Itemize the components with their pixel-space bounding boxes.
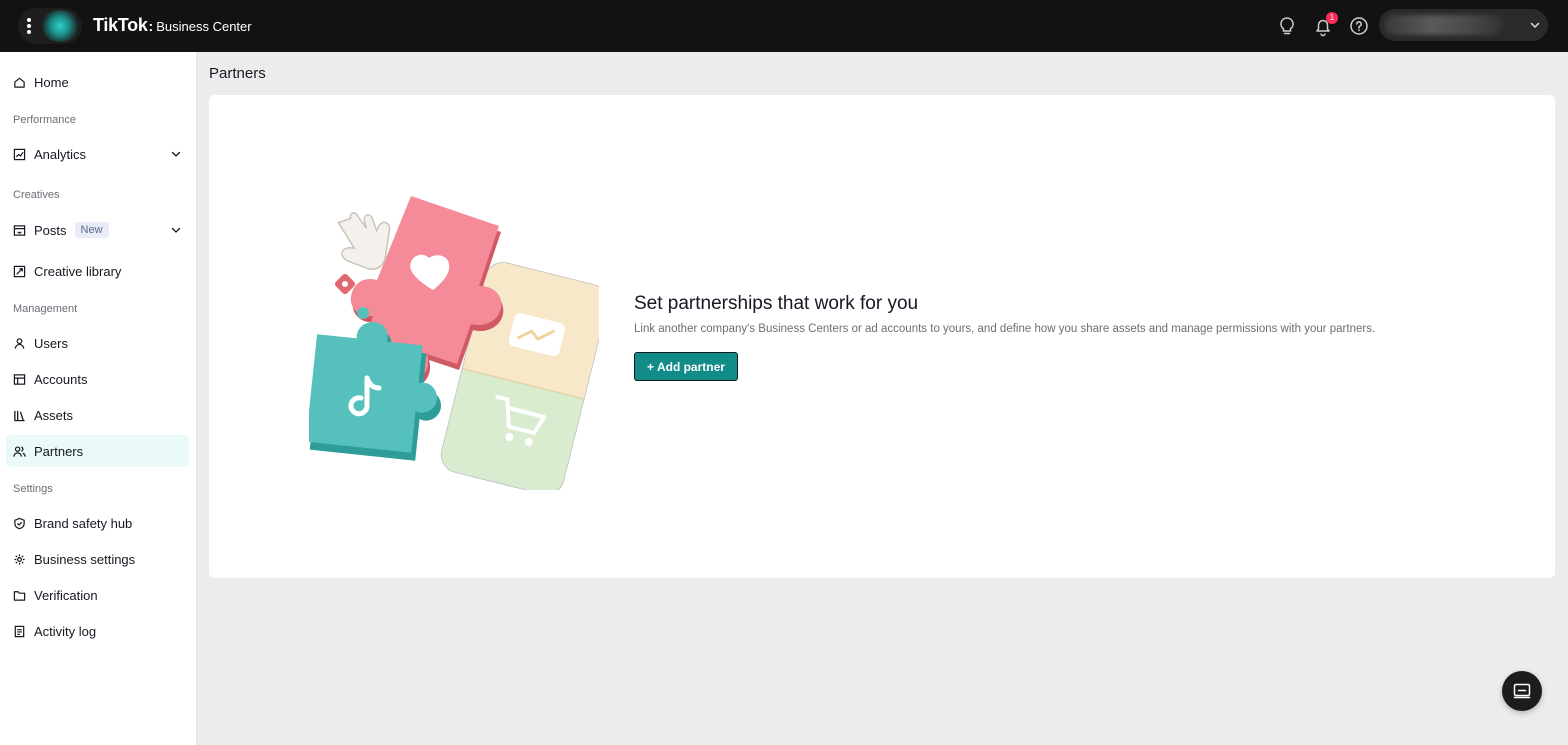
sidebar-item-label: Users <box>34 335 68 351</box>
sidebar-item-creative-library[interactable]: Creative library <box>6 255 189 287</box>
sidebar-item-label: Brand safety hub <box>34 515 133 531</box>
section-label-creatives: Creatives <box>13 189 60 201</box>
empty-state-title: Set partnerships that work for you <box>634 293 919 314</box>
brand-separator: : <box>148 18 154 34</box>
puzzle-illustration <box>309 196 599 490</box>
section-label-settings: Settings <box>13 483 53 495</box>
empty-state-card: Set partnerships that work for you Link … <box>209 95 1555 578</box>
sidebar-item-label: Creative library <box>34 263 122 279</box>
user-icon <box>14 337 25 349</box>
document-icon <box>14 625 25 637</box>
top-bar: TikTok : Business Center 1 <box>0 0 1568 52</box>
account-switcher[interactable] <box>1379 9 1548 41</box>
sidebar-item-label: Assets <box>34 407 74 423</box>
accounts-icon <box>13 373 26 385</box>
sidebar-item-brand-safety-hub[interactable]: Brand safety hub <box>6 507 189 539</box>
lightbulb-icon[interactable] <box>1276 15 1298 37</box>
sidebar-item-label: Home <box>34 74 69 90</box>
notification-badge: 1 <box>1326 12 1338 24</box>
sidebar-item-analytics[interactable]: Analytics <box>6 138 189 170</box>
shield-icon <box>14 517 25 529</box>
assets-icon <box>14 410 25 421</box>
gear-icon <box>14 553 25 565</box>
help-icon[interactable] <box>1348 15 1370 37</box>
sidebar-item-label: Partners <box>34 443 84 459</box>
section-label-performance: Performance <box>13 114 76 126</box>
chevron-down-icon <box>171 151 181 157</box>
support-chat-button[interactable] <box>1502 671 1542 711</box>
brand[interactable]: TikTok : Business Center <box>93 15 252 36</box>
sidebar-item-label: Business settings <box>34 551 136 567</box>
account-name-redacted <box>1385 15 1503 35</box>
tiktok-logo: TikTok <box>93 15 148 35</box>
sidebar-item-assets[interactable]: Assets <box>6 399 189 431</box>
menu-icon <box>27 18 31 34</box>
chat-icon <box>1513 683 1531 699</box>
creative-library-icon <box>13 265 26 277</box>
sidebar-item-label: Analytics <box>34 146 87 162</box>
new-badge: New <box>74 222 109 238</box>
add-partner-button[interactable]: + Add partner <box>634 352 738 381</box>
sidebar-item-posts[interactable]: Posts New <box>6 214 189 246</box>
sidebar-item-accounts[interactable]: Accounts <box>6 363 189 395</box>
page-title: Partners <box>209 65 266 82</box>
sidebar-item-verification[interactable]: Verification <box>6 579 189 611</box>
sidebar: Home Performance Analytics Creatives Pos… <box>0 52 197 745</box>
folder-icon <box>13 590 26 601</box>
home-icon <box>14 77 25 88</box>
chevron-down-icon <box>1530 22 1540 29</box>
product-name: Business Center <box>156 19 252 34</box>
app-switcher-glow <box>40 10 80 42</box>
chevron-down-icon <box>171 227 181 233</box>
section-label-management: Management <box>13 303 78 315</box>
sidebar-item-label: Verification <box>34 587 98 603</box>
sidebar-item-activity-log[interactable]: Activity log <box>6 615 189 647</box>
empty-state-description: Link another company's Business Centers … <box>634 323 1376 335</box>
sidebar-item-partners[interactable]: Partners <box>6 435 189 467</box>
partners-icon <box>13 445 26 457</box>
sidebar-item-business-settings[interactable]: Business settings <box>6 543 189 575</box>
sidebar-item-label: Accounts <box>34 371 88 387</box>
sidebar-item-home[interactable]: Home <box>6 66 189 98</box>
menu-button[interactable] <box>18 8 82 44</box>
sidebar-item-label: Posts <box>34 222 67 238</box>
analytics-icon <box>13 148 26 160</box>
sidebar-item-users[interactable]: Users <box>6 327 189 359</box>
posts-icon <box>13 224 26 236</box>
sidebar-item-label: Activity log <box>34 623 97 639</box>
